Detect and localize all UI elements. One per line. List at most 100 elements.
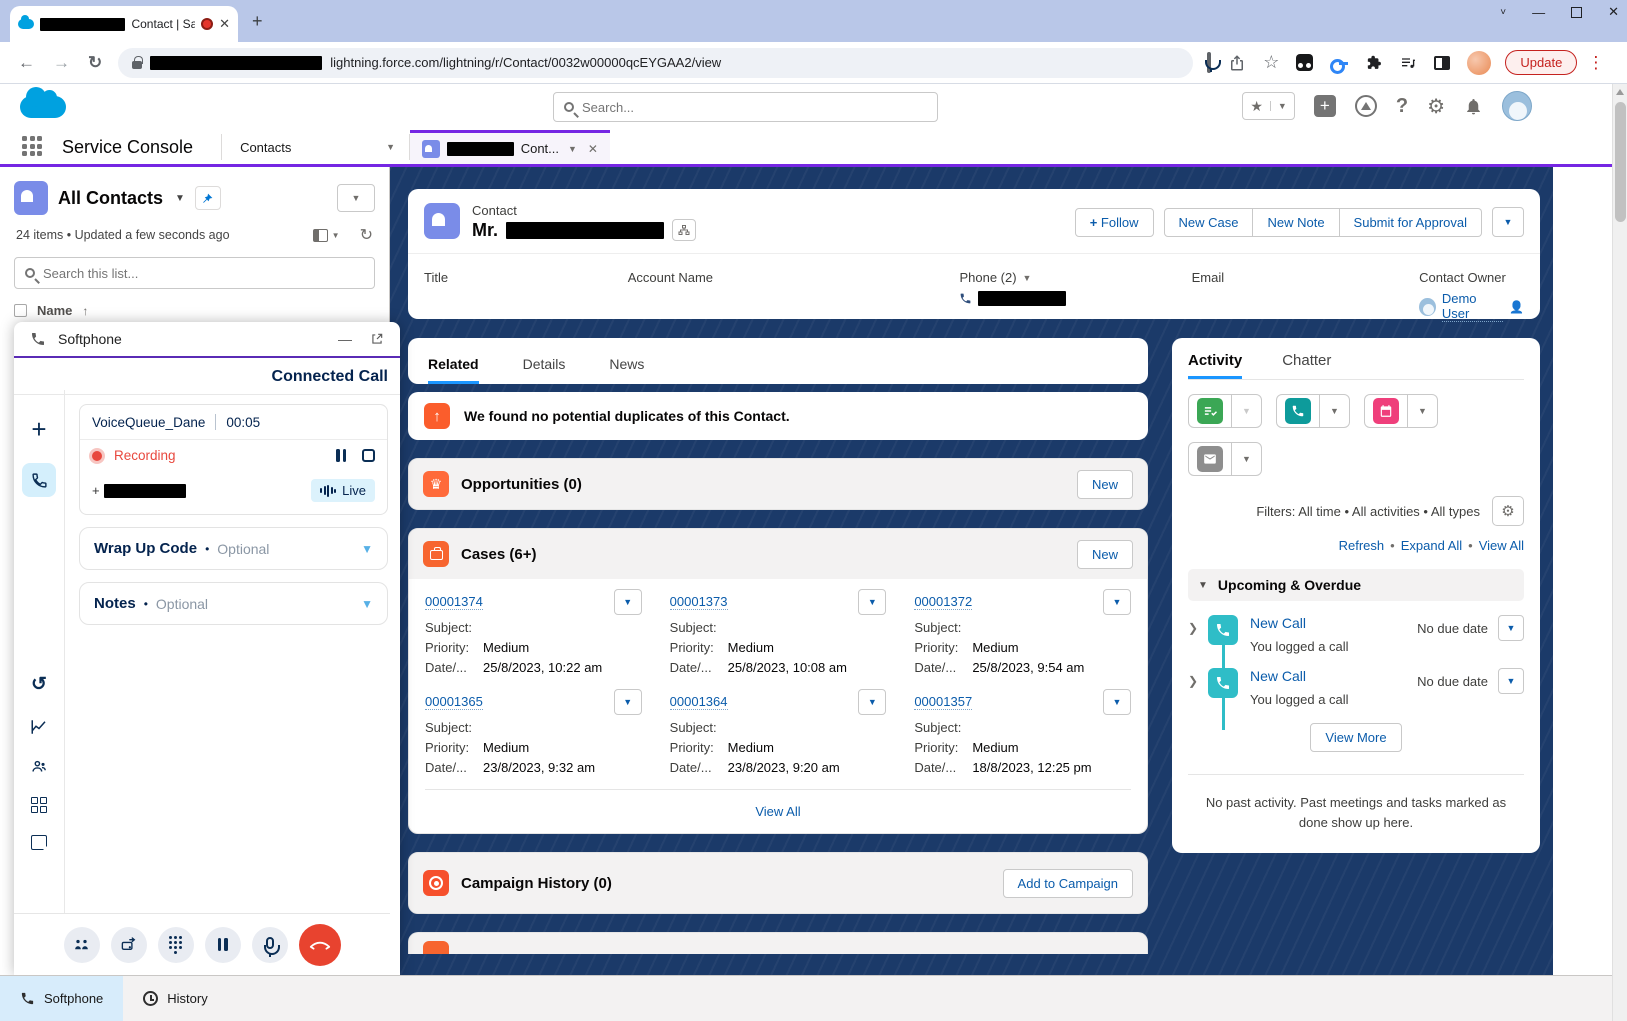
- share-icon[interactable]: [1228, 54, 1246, 72]
- case-row-actions-dropdown[interactable]: ▼: [858, 589, 886, 615]
- live-transcription-badge[interactable]: Live: [311, 479, 375, 502]
- window-close-button[interactable]: ✕: [1608, 4, 1619, 20]
- case-row-actions-dropdown[interactable]: ▼: [1103, 689, 1131, 715]
- notes-rail-icon[interactable]: [31, 835, 47, 850]
- window-minimize-button[interactable]: —: [1532, 5, 1545, 20]
- favorites-dropdown-icon[interactable]: ▼: [1270, 101, 1294, 111]
- new-case-related-button[interactable]: New: [1077, 540, 1133, 569]
- window-dropdown-icon[interactable]: ˅: [1500, 7, 1506, 18]
- reading-list-icon[interactable]: [1399, 55, 1417, 71]
- tab-news[interactable]: News: [609, 356, 644, 384]
- new-call-plus-icon[interactable]: +: [31, 414, 46, 445]
- scrollbar-up-arrow[interactable]: [1616, 89, 1624, 95]
- case-number-link[interactable]: 00001374: [425, 594, 483, 610]
- add-to-campaign-button[interactable]: Add to Campaign: [1003, 869, 1133, 898]
- help-icon[interactable]: ?: [1396, 95, 1408, 118]
- scrollbar-thumb[interactable]: [1615, 102, 1626, 222]
- app-launcher-icon[interactable]: [22, 136, 44, 158]
- mic-icon[interactable]: [1207, 54, 1211, 72]
- view-hierarchy-button[interactable]: [672, 219, 696, 241]
- phone-dropdown-icon[interactable]: ▼: [1023, 273, 1032, 283]
- browser-tab[interactable]: Contact | Sal ✕: [10, 6, 238, 42]
- case-row-actions-dropdown[interactable]: ▼: [858, 689, 886, 715]
- view-all-activities-link[interactable]: View All: [1479, 538, 1524, 553]
- tab-close-icon[interactable]: ✕: [219, 16, 230, 32]
- wrap-up-expand-icon[interactable]: ▼: [361, 542, 373, 556]
- mute-button[interactable]: [252, 927, 288, 963]
- side-panel-icon[interactable]: [1434, 56, 1450, 70]
- opportunities-title[interactable]: Opportunities (0): [461, 476, 582, 493]
- global-search-box[interactable]: [553, 92, 938, 122]
- timeline-item-dropdown[interactable]: ▼: [1498, 615, 1524, 641]
- apps-grid-icon[interactable]: [31, 797, 47, 813]
- list-actions-dropdown[interactable]: ▼: [337, 184, 375, 212]
- analytics-icon[interactable]: [30, 718, 48, 736]
- case-number-link[interactable]: 00001373: [670, 594, 728, 610]
- notes-expand-icon[interactable]: ▼: [361, 597, 373, 611]
- campaign-history-title[interactable]: Campaign History (0): [461, 875, 612, 892]
- refresh-link[interactable]: Refresh: [1339, 538, 1385, 553]
- record-tab-dropdown-icon[interactable]: ▼: [566, 144, 579, 154]
- record-tab-close-icon[interactable]: ✕: [588, 142, 598, 156]
- tab-chatter[interactable]: Chatter: [1282, 352, 1331, 379]
- lock-icon[interactable]: [132, 61, 142, 69]
- new-call-link[interactable]: New Call: [1250, 668, 1306, 684]
- new-case-button[interactable]: New Case: [1164, 208, 1254, 237]
- case-row-actions-dropdown[interactable]: ▼: [614, 589, 642, 615]
- notes-section[interactable]: Notes • Optional ▼: [79, 582, 388, 625]
- notifications-bell-icon[interactable]: [1464, 97, 1483, 116]
- tab-activity[interactable]: Activity: [1188, 352, 1242, 379]
- minimize-softphone-icon[interactable]: —: [338, 331, 352, 347]
- sort-ascending-icon[interactable]: ↑: [82, 304, 88, 318]
- case-number-link[interactable]: 00001365: [425, 694, 483, 710]
- new-opportunity-button[interactable]: New: [1077, 470, 1133, 499]
- list-view-selector-icon[interactable]: ▼: [175, 193, 185, 204]
- list-search-box[interactable]: [14, 257, 375, 289]
- pin-list-button[interactable]: [195, 186, 221, 210]
- global-search-input[interactable]: [582, 100, 927, 115]
- end-call-button[interactable]: [299, 924, 341, 966]
- case-row-actions-dropdown[interactable]: ▼: [614, 689, 642, 715]
- case-number-link[interactable]: 00001372: [914, 594, 972, 610]
- favorite-star-icon[interactable]: ★: [1243, 98, 1270, 115]
- expand-all-link[interactable]: Expand All: [1401, 538, 1462, 553]
- owner-link[interactable]: Demo User: [1442, 291, 1503, 322]
- browser-profile-avatar[interactable]: [1467, 51, 1491, 75]
- timeline-item-dropdown[interactable]: ▼: [1498, 668, 1524, 694]
- activity-settings-gear-icon[interactable]: ⚙: [1492, 496, 1524, 526]
- tab-related[interactable]: Related: [428, 356, 479, 384]
- bookmark-star-icon[interactable]: ☆: [1263, 52, 1279, 73]
- user-avatar[interactable]: [1502, 91, 1532, 121]
- tab-details[interactable]: Details: [523, 356, 566, 384]
- more-actions-dropdown[interactable]: ▼: [1492, 207, 1524, 237]
- section-collapse-icon[interactable]: ▼: [1198, 580, 1208, 591]
- new-task-button[interactable]: ▼: [1188, 394, 1262, 428]
- name-column-header[interactable]: Name: [37, 303, 72, 318]
- extension-app-icon[interactable]: [1296, 54, 1313, 71]
- utility-softphone-tab[interactable]: Softphone: [0, 976, 123, 1021]
- favorites-button[interactable]: ★ ▼: [1242, 92, 1294, 120]
- reload-icon[interactable]: ↻: [88, 53, 102, 73]
- active-call-tab-icon[interactable]: [22, 463, 56, 497]
- dialpad-button[interactable]: [158, 927, 194, 963]
- new-note-button[interactable]: New Note: [1253, 208, 1339, 237]
- view-more-button[interactable]: View More: [1310, 723, 1401, 752]
- contacts-tab-dropdown-icon[interactable]: ▼: [372, 142, 409, 152]
- case-number-link[interactable]: 00001364: [670, 694, 728, 710]
- hold-button[interactable]: [205, 927, 241, 963]
- expand-item-icon[interactable]: ❯: [1188, 621, 1208, 654]
- utility-history-tab[interactable]: History: [123, 976, 227, 1021]
- list-search-input[interactable]: [43, 266, 364, 281]
- nav-tab-contacts[interactable]: Contacts: [222, 130, 372, 164]
- browser-menu-icon[interactable]: ⋮: [1587, 53, 1604, 73]
- view-all-cases-link[interactable]: View All: [755, 804, 800, 819]
- browser-update-button[interactable]: Update: [1505, 50, 1577, 75]
- transfer-call-button[interactable]: [111, 927, 147, 963]
- new-event-button[interactable]: ▼: [1364, 394, 1438, 428]
- new-call-link[interactable]: New Call: [1250, 615, 1306, 631]
- select-all-checkbox[interactable]: [14, 304, 27, 317]
- email-dropdown-icon[interactable]: ▼: [1231, 443, 1261, 475]
- call-history-icon[interactable]: ↺: [31, 673, 47, 696]
- setup-gear-icon[interactable]: ⚙: [1427, 94, 1445, 119]
- change-owner-icon[interactable]: 👤: [1509, 300, 1524, 314]
